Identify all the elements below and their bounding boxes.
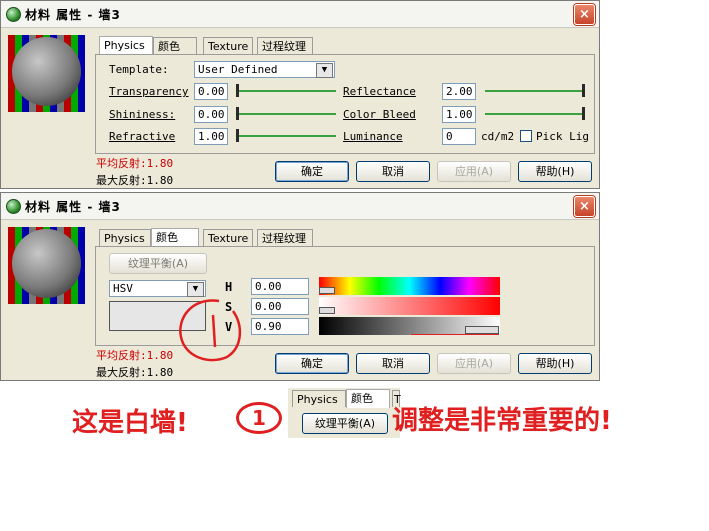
window-title: 材料 属性 - 墙3 [25,200,121,214]
texture-balance-button[interactable]: 纹理平衡(A) [302,413,388,434]
reflectance-field[interactable]: 2.00 [442,83,476,100]
apply-button[interactable]: 应用(A) [437,353,511,374]
template-select[interactable]: User Defined ▼ [194,61,335,78]
annotation-circled-number: 1 [236,402,282,434]
template-label: Template: [109,63,169,76]
tab-physics[interactable]: Physics [99,229,151,246]
value-slider-thumb[interactable] [465,326,499,334]
apply-button[interactable]: 应用(A) [437,161,511,182]
slider-thumb[interactable] [236,84,239,97]
luminance-unit: cd/m2 [481,130,515,143]
tab-physics[interactable]: Physics [292,390,346,407]
app-icon [6,199,21,214]
refractive-field[interactable]: 1.00 [194,128,228,145]
saturation-gradient-bar[interactable] [319,297,500,315]
shininess-field[interactable]: 0.00 [194,106,228,123]
title-bar[interactable]: 材料 属性 - 墙3 × [1,193,599,220]
annotation-white-wall: 这是白墙! [72,408,188,438]
app-icon [6,7,21,22]
color-bleed-slider[interactable] [485,106,585,122]
luminance-field[interactable]: 0 [442,128,476,145]
reflectance-label: Reflectance [343,85,416,98]
transparency-slider[interactable] [236,83,336,99]
color-bleed-field[interactable]: 1.00 [442,106,476,123]
shininess-slider[interactable] [236,106,336,122]
material-dialog-physics: 材料 属性 - 墙3 × Physics 颜色 Texture 过程纹理 Tem… [0,0,600,189]
tab-physics[interactable]: Physics [99,36,153,55]
template-value: User Defined [198,63,278,76]
tab-color[interactable]: 颜色 [151,228,199,247]
help-button[interactable]: 帮助(H) [518,161,592,182]
mini-tab-snippet: Physics 颜色 T 纹理平衡(A) [288,388,401,438]
material-dialog-color: 材料 属性 - 墙3 × Physics 颜色 Texture 过程纹理 纹理平… [0,192,600,381]
ok-button[interactable]: 确定 [275,161,349,182]
material-preview-sphere [8,35,85,112]
cancel-button[interactable]: 取消 [356,161,430,182]
tab-procedural-texture[interactable]: 过程纹理 [257,37,313,54]
max-reflectance: 最大反射:1.80 [96,366,174,379]
refractive-slider[interactable] [236,128,336,144]
tab-procedural-texture[interactable]: 过程纹理 [257,229,313,246]
hue-field[interactable]: 0.00 [251,278,309,295]
saturation-field[interactable]: 0.00 [251,298,309,315]
texture-balance-button[interactable]: 纹理平衡(A) [109,253,207,274]
chevron-down-icon[interactable]: ▼ [316,63,333,78]
luminance-label: Luminance [343,130,403,143]
tab-texture[interactable]: Texture [203,37,253,54]
average-reflectance: 平均反射:1.80 [96,349,174,362]
hand-drawn-circle-annotation [179,299,241,362]
hue-slider-thumb[interactable] [319,287,335,294]
material-preview-sphere [8,227,85,304]
tab-color[interactable]: 颜色 [346,389,390,408]
refractive-label: Refractive [109,130,176,143]
color-bleed-label: Color Bleed [343,108,416,121]
window-title: 材料 属性 - 墙3 [25,8,121,22]
help-button[interactable]: 帮助(H) [518,353,592,374]
pick-light-label: Pick Lig [536,130,589,143]
transparency-field[interactable]: 0.00 [194,83,228,100]
max-reflectance: 最大反射:1.80 [96,174,174,187]
ok-button[interactable]: 确定 [275,353,349,374]
tab-texture[interactable]: Texture [203,229,253,246]
tab-color[interactable]: 颜色 [153,37,197,54]
slider-thumb[interactable] [582,107,585,120]
hue-gradient-bar[interactable] [319,277,500,295]
color-mode-value: HSV [113,282,133,295]
shininess-label: Shininess: [109,108,176,121]
cancel-button[interactable]: 取消 [356,353,430,374]
annotation-adjust-important: 调整是非常重要的! [392,406,612,436]
slider-thumb[interactable] [236,129,239,142]
annotation-number: 1 [252,406,266,430]
value-underline [411,334,499,335]
reflectance-slider[interactable] [485,83,585,99]
value-field[interactable]: 0.90 [251,318,309,335]
title-bar[interactable]: 材料 属性 - 墙3 × [1,1,599,28]
transparency-label: Transparency [109,85,189,98]
slider-thumb[interactable] [582,84,585,97]
close-icon[interactable]: × [574,196,595,217]
average-reflectance: 平均反射:1.80 [96,157,174,170]
saturation-slider-thumb[interactable] [319,307,335,314]
slider-thumb[interactable] [236,107,239,120]
close-icon[interactable]: × [574,4,595,25]
value-gradient-bar[interactable] [319,317,500,335]
pick-light-checkbox[interactable] [520,130,532,142]
